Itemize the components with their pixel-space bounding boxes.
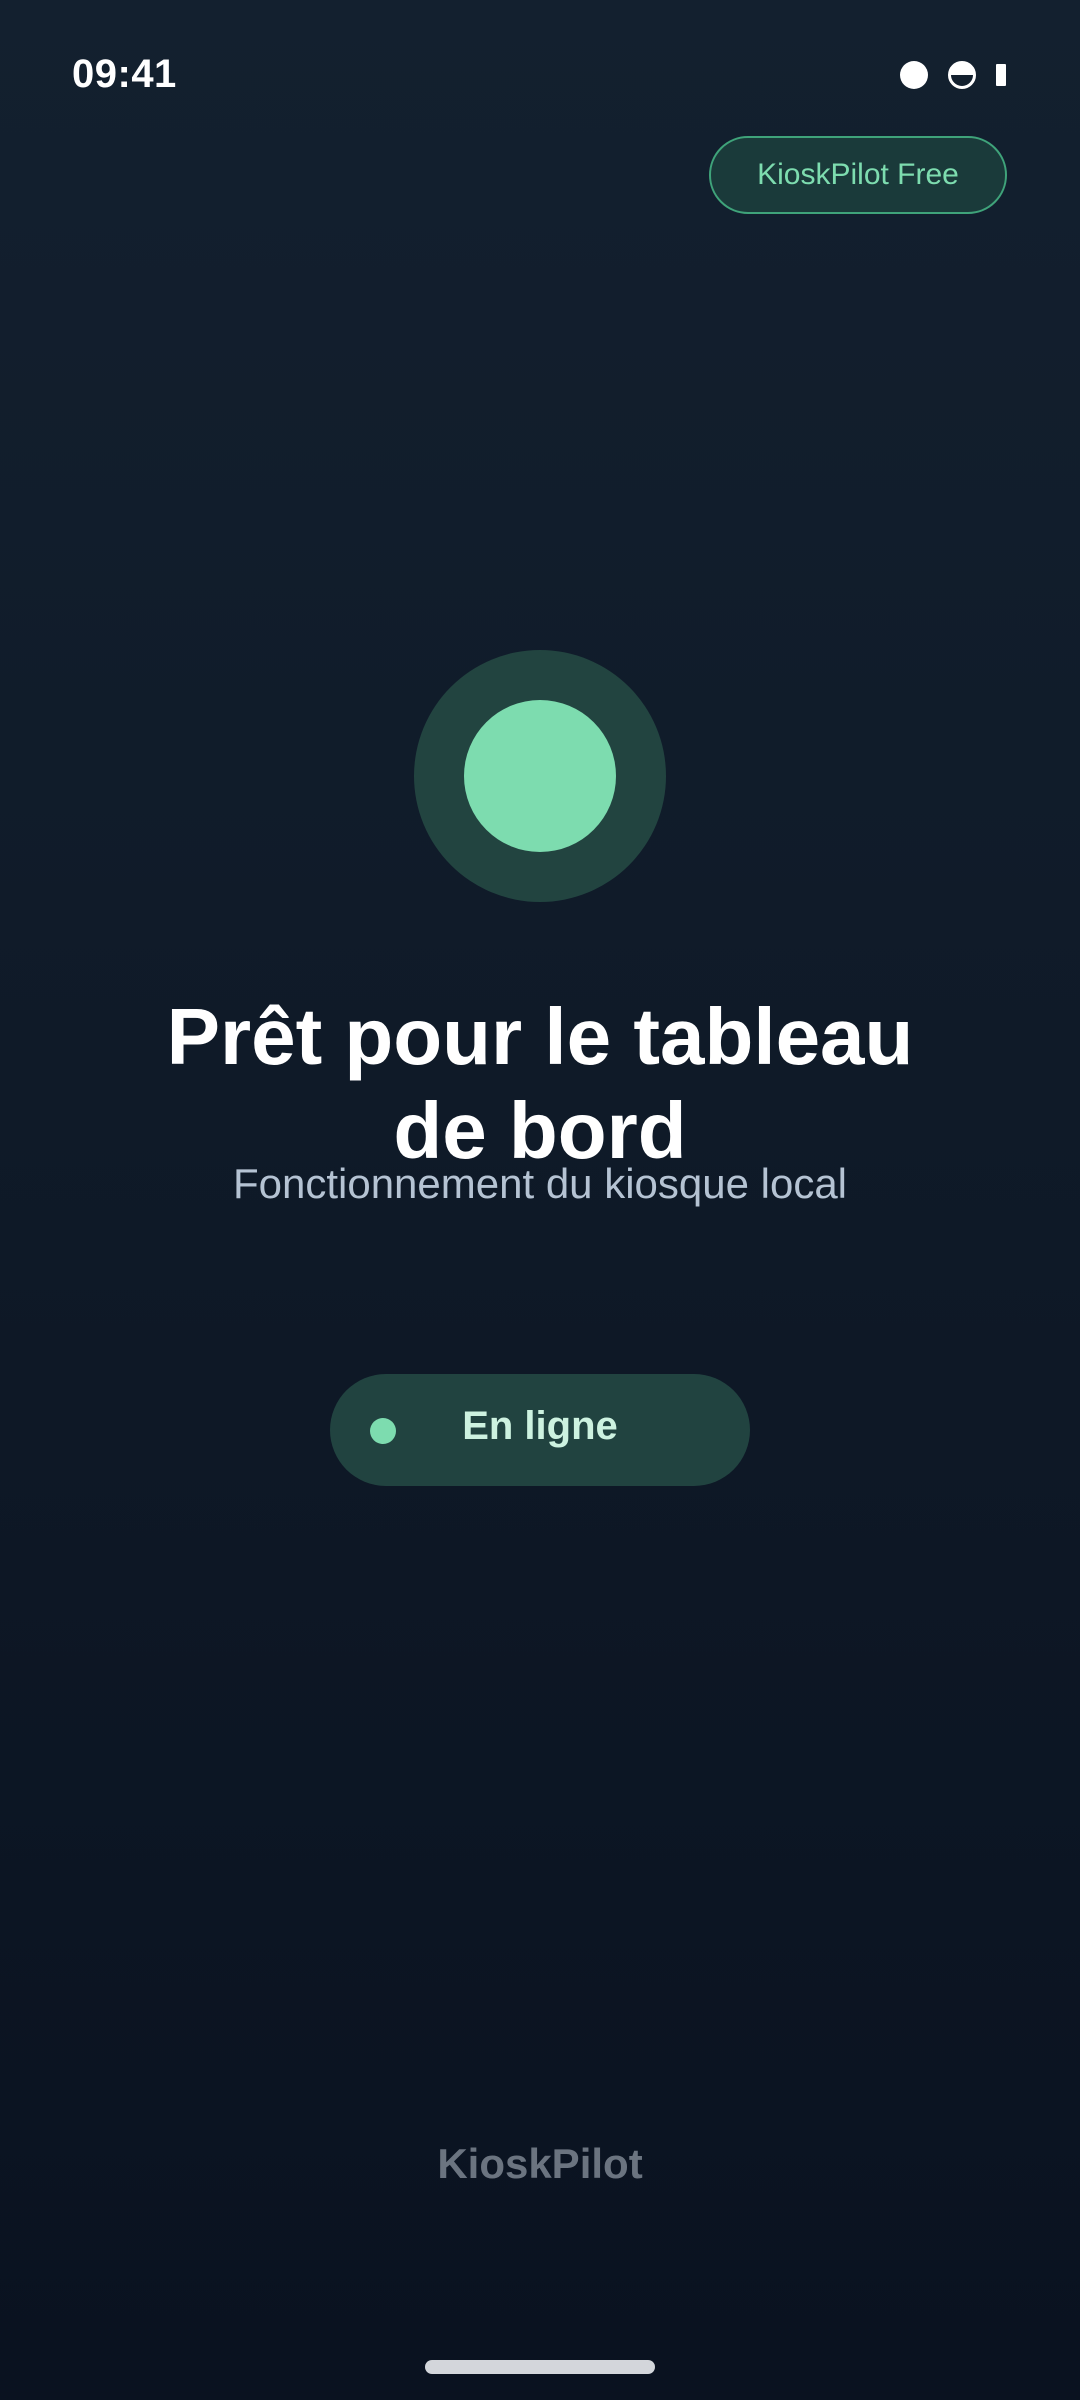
page-subtitle: Fonctionnement du kiosque local xyxy=(232,1160,848,1207)
battery-icon xyxy=(996,64,1006,86)
home-indicator[interactable] xyxy=(425,2360,655,2374)
connection-status-pill: En ligne xyxy=(330,1374,750,1486)
status-icons xyxy=(900,58,1006,92)
half-circle-icon xyxy=(948,61,976,89)
signal-dot-icon xyxy=(900,61,928,89)
status-time: 09:41 xyxy=(72,52,177,96)
page-title: Prêt pour le tableau de bord xyxy=(166,992,914,1160)
connection-status-label: En ligne xyxy=(462,1403,618,1448)
plan-badge-button[interactable]: KioskPilot Free xyxy=(709,136,1007,214)
status-indicator-dot xyxy=(464,700,616,852)
footer-brand: KioskPilot xyxy=(437,2140,643,2187)
